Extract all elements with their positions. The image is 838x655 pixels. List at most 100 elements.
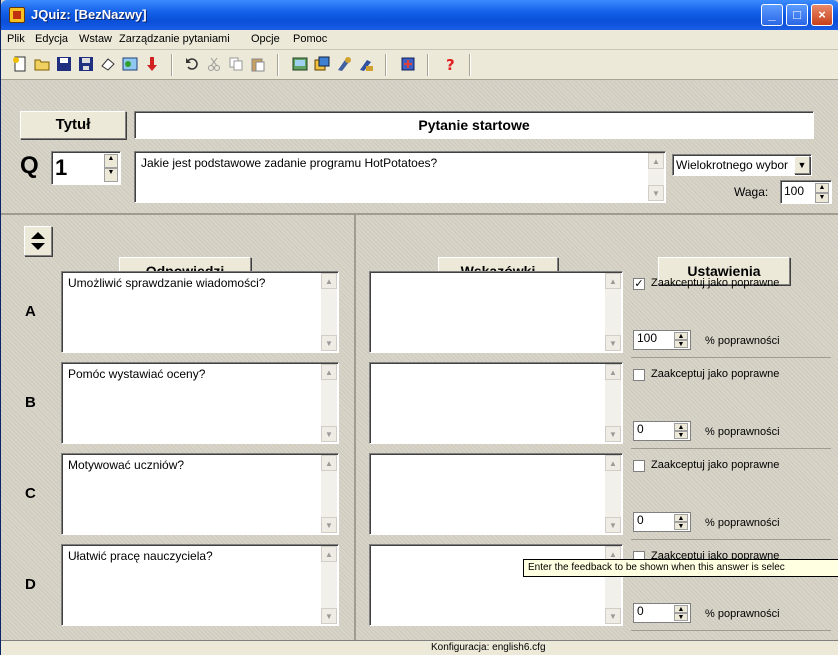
accept-checkbox[interactable] [633, 460, 645, 472]
title-bar[interactable]: JQuiz: [BezNazwy] _ □ × [1, 0, 838, 30]
scroll-down-icon[interactable]: ▼ [605, 335, 621, 351]
scroll-down-icon[interactable]: ▼ [605, 426, 621, 442]
menu-edycja[interactable]: Edycja [35, 33, 68, 45]
answer-scrollbar[interactable]: ▲ ▼ [321, 546, 337, 624]
percent-field[interactable]: 0 ▲ ▼ [633, 512, 691, 532]
percent-up-button[interactable]: ▲ [674, 332, 688, 340]
answer-text-area[interactable]: Motywować uczniów? ▲ ▼ [61, 453, 339, 535]
scroll-up-icon[interactable]: ▲ [605, 364, 621, 380]
percent-down-button[interactable]: ▼ [674, 431, 688, 439]
question-number: 1 [55, 155, 68, 180]
minimize-button[interactable]: _ [761, 4, 783, 26]
menu-zarzadzanie-pytaniami[interactable]: Zarządzanie pytaniami [119, 33, 230, 45]
answer-text: Motywować uczniów? [68, 458, 185, 472]
scroll-up-icon[interactable]: ▲ [321, 364, 337, 380]
q-number-down-button[interactable]: ▼ [104, 168, 118, 182]
export-2-icon[interactable] [313, 56, 331, 74]
menu-opcje[interactable]: Opcje [251, 33, 280, 45]
new-file-icon[interactable] [11, 56, 29, 74]
title-field[interactable]: Pytanie startowe [134, 111, 814, 139]
cut-icon[interactable] [205, 56, 223, 74]
scroll-up-icon[interactable]: ▲ [321, 455, 337, 471]
help-icon[interactable]: ? [441, 56, 459, 74]
q-number-up-button[interactable]: ▲ [104, 154, 118, 168]
weight-label: Waga: [734, 185, 769, 199]
paste-icon[interactable] [249, 56, 267, 74]
percent-down-button[interactable]: ▼ [674, 613, 688, 621]
menu-plik[interactable]: Plik [7, 33, 25, 45]
percent-field[interactable]: 100 ▲ ▼ [633, 330, 691, 350]
toolbar-separator [469, 54, 471, 76]
scroll-down-icon[interactable]: ▼ [605, 517, 621, 533]
answer-text-area[interactable]: Umożliwić sprawdzanie wiadomości? ▲ ▼ [61, 271, 339, 353]
export-icon[interactable] [291, 56, 309, 74]
feedback-scrollbar[interactable]: ▲ ▼ [605, 455, 621, 533]
answer-scrollbar[interactable]: ▲ ▼ [321, 364, 337, 442]
question-text-area[interactable]: Jakie jest podstawowe zadanie programu H… [134, 151, 666, 203]
chevron-down-icon[interactable]: ▼ [794, 156, 810, 174]
scroll-up-icon[interactable]: ▲ [605, 273, 621, 289]
scroll-down-icon[interactable]: ▼ [648, 185, 664, 201]
percent-up-button[interactable]: ▲ [674, 423, 688, 431]
answer-scrollbar[interactable]: ▲ ▼ [321, 455, 337, 533]
weight-up-button[interactable]: ▲ [815, 183, 829, 193]
weight-down-button[interactable]: ▼ [815, 193, 829, 203]
scroll-down-icon[interactable]: ▼ [321, 335, 337, 351]
accept-checkbox[interactable]: ✓ [633, 278, 645, 290]
tool-icon[interactable] [335, 56, 353, 74]
menu-wstaw[interactable]: Wstaw [79, 33, 112, 45]
feedback-scrollbar[interactable]: ▲ ▼ [605, 273, 621, 351]
copy-icon[interactable] [227, 56, 245, 74]
title-button[interactable]: Tytuł [20, 111, 126, 139]
tool-2-icon[interactable] [357, 56, 375, 74]
help-book-icon[interactable] [399, 56, 417, 74]
scroll-up-icon[interactable]: ▲ [321, 273, 337, 289]
scroll-up-icon[interactable]: ▲ [605, 455, 621, 471]
eraser-icon[interactable] [99, 56, 117, 74]
save-icon[interactable] [55, 56, 73, 74]
open-folder-icon[interactable] [33, 56, 51, 74]
answer-text-area[interactable]: Ułatwić pracę nauczyciela? ▲ ▼ [61, 544, 339, 626]
feedback-text-area[interactable]: ▲ ▼ [369, 362, 623, 444]
percent-up-button[interactable]: ▲ [674, 514, 688, 522]
accept-label: Zaakceptuj jako poprawne [651, 459, 780, 471]
feedback-scrollbar[interactable]: ▲ ▼ [605, 364, 621, 442]
feedback-scrollbar[interactable]: ▲ ▼ [605, 546, 621, 624]
undo-icon[interactable] [183, 56, 201, 74]
answer-text: Umożliwić sprawdzanie wiadomości? [68, 276, 266, 290]
percent-down-button[interactable]: ▼ [674, 522, 688, 530]
scroll-down-icon[interactable]: ▼ [605, 608, 621, 624]
scroll-up-icon[interactable]: ▲ [648, 153, 664, 169]
close-button[interactable]: × [811, 4, 833, 26]
reorder-answers-button[interactable] [24, 226, 52, 256]
maximize-button[interactable]: □ [786, 4, 808, 26]
row-divider [631, 357, 831, 358]
question-type-select[interactable]: Wielokrotnego wybor ▼ [672, 154, 812, 176]
down-arrow-icon[interactable] [143, 56, 161, 74]
feedback-text-area[interactable]: ▲ ▼ [369, 453, 623, 535]
menu-bar: Plik Edycja Wstaw Zarządzanie pytaniami … [1, 30, 838, 50]
feedback-text-area[interactable]: ▲ ▼ [369, 271, 623, 353]
percent-up-button[interactable]: ▲ [674, 605, 688, 613]
percent-field[interactable]: 0 ▲ ▼ [633, 421, 691, 441]
feedback-text-area[interactable]: ▲ ▼ [369, 544, 623, 626]
answer-letter: A [25, 303, 36, 320]
question-scrollbar[interactable]: ▲ ▼ [648, 153, 664, 201]
percent-value: 100 [637, 331, 658, 345]
answer-text-area[interactable]: Pomóc wystawiać oceny? ▲ ▼ [61, 362, 339, 444]
question-number-field[interactable]: 1 ▲ ▼ [51, 151, 121, 185]
checkmark-icon: ✓ [634, 278, 644, 290]
web-page-icon[interactable] [121, 56, 139, 74]
scroll-down-icon[interactable]: ▼ [321, 426, 337, 442]
percent-field[interactable]: 0 ▲ ▼ [633, 603, 691, 623]
menu-pomoc[interactable]: Pomoc [293, 33, 327, 45]
scroll-down-icon[interactable]: ▼ [321, 608, 337, 624]
save-as-icon[interactable] [77, 56, 95, 74]
scroll-down-icon[interactable]: ▼ [321, 517, 337, 533]
percent-down-button[interactable]: ▼ [674, 340, 688, 348]
weight-field[interactable]: 100 ▲ ▼ [780, 180, 832, 204]
row-divider [631, 448, 831, 449]
accept-checkbox[interactable] [633, 369, 645, 381]
scroll-up-icon[interactable]: ▲ [321, 546, 337, 562]
answer-scrollbar[interactable]: ▲ ▼ [321, 273, 337, 351]
